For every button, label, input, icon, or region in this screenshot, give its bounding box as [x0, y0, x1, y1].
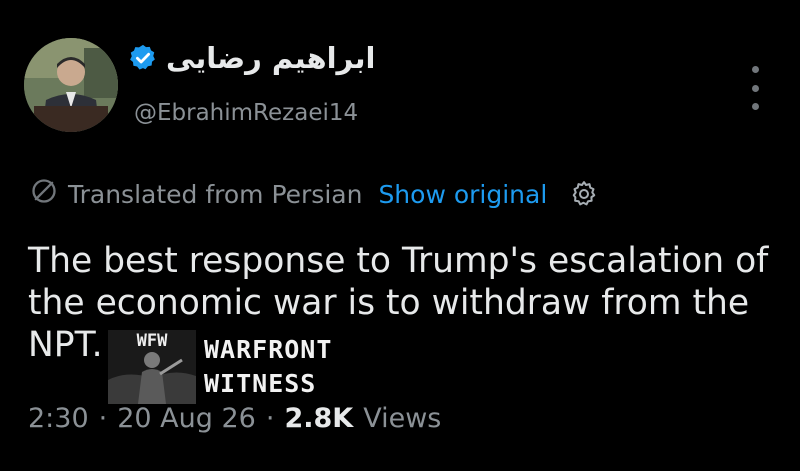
show-original-link[interactable]: Show original — [378, 180, 547, 209]
avatar[interactable] — [24, 38, 118, 132]
more-options-button[interactable] — [744, 66, 766, 110]
profile-photo-icon — [24, 38, 118, 132]
more-dot-icon — [751, 84, 759, 92]
watermark-line2: WITNESS — [204, 369, 317, 398]
author-name-row[interactable]: ابراهیم رضایی — [128, 38, 375, 78]
separator: · — [265, 402, 275, 434]
watermark-line1: WARFRONT — [204, 335, 333, 364]
translated-label: Translated from Persian — [68, 179, 363, 209]
translate-icon — [30, 177, 58, 211]
svg-text:WFW: WFW — [137, 331, 168, 351]
watermark: WFW WARFRONT WITNESS — [108, 330, 332, 404]
tweet-meta: 2:30 · 20 Aug 26 · 2.8K Views — [28, 398, 441, 438]
warfront-witness-logo-icon: WFW — [108, 330, 196, 404]
separator: · — [98, 402, 108, 434]
author-handle[interactable]: @EbrahimRezaei14 — [134, 100, 358, 126]
views-count: 2.8K — [284, 402, 354, 434]
translation-bar: Translated from Persian Show original — [30, 176, 599, 212]
more-dot-icon — [751, 103, 759, 110]
tweet-date[interactable]: 20 Aug 26 — [117, 403, 256, 434]
author-display-name: ابراهیم رضایی — [166, 41, 376, 75]
views-label: Views — [363, 402, 442, 434]
verified-badge-icon — [128, 43, 158, 73]
gear-icon[interactable] — [569, 179, 599, 209]
more-dot-icon — [751, 66, 759, 73]
tweet-time[interactable]: 2:30 — [28, 403, 89, 434]
